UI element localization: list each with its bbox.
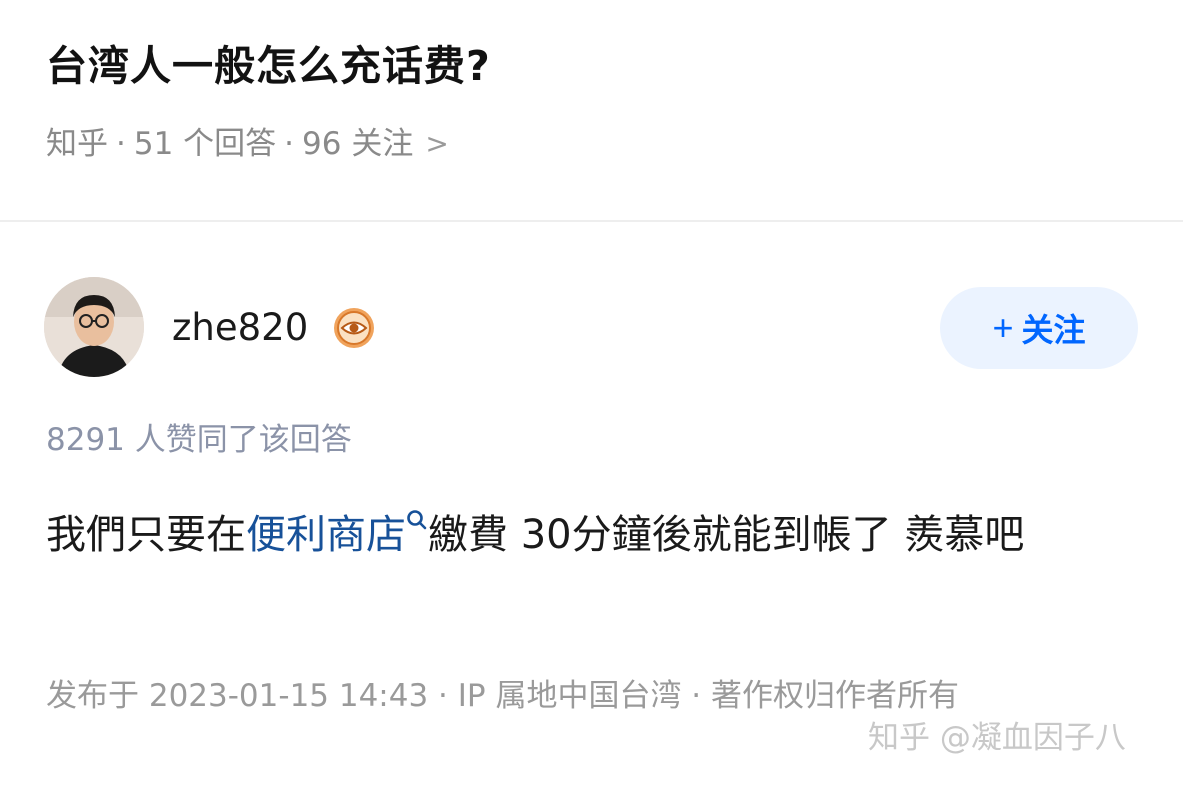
meta-dot: · <box>116 126 126 162</box>
answer-count: 51 个回答 <box>133 126 277 162</box>
question-title[interactable]: 台湾人一般怎么充话费? <box>46 38 491 94</box>
search-icon[interactable] <box>406 509 428 539</box>
plus-icon: + <box>992 307 1014 348</box>
answer-text-before: 我們只要在 <box>46 512 246 558</box>
eye-badge-icon <box>333 307 375 349</box>
answer-text-after: 繳費 30分鐘後就能到帳了 羨慕吧 <box>428 512 1025 558</box>
answer-footer: 发布于 2023-01-15 14:43 · IP 属地中国台湾 · 著作权归作… <box>46 678 960 714</box>
upvote-count: 8291 人赞同了该回答 <box>46 422 352 458</box>
watermark: 知乎 @凝血因子八 <box>868 720 1126 756</box>
question-meta[interactable]: 知乎 · 51 个回答 · 96 关注 > <box>46 124 457 164</box>
author-name[interactable]: zhe820 <box>172 304 308 352</box>
avatar[interactable] <box>44 277 144 377</box>
answer-content[interactable]: 我們只要在便利商店 繳費 30分鐘後就能到帳了 羨慕吧 <box>46 503 1136 567</box>
source-label: 知乎 <box>46 126 108 162</box>
chevron-right-icon: > <box>425 127 449 160</box>
follow-button[interactable]: + 关注 <box>940 287 1138 369</box>
follower-count: 96 关注 <box>302 126 414 162</box>
meta-dot: · <box>284 126 295 162</box>
search-link[interactable]: 便利商店 <box>246 512 406 558</box>
follow-label: 关注 <box>1021 312 1086 348</box>
divider <box>0 220 1183 222</box>
